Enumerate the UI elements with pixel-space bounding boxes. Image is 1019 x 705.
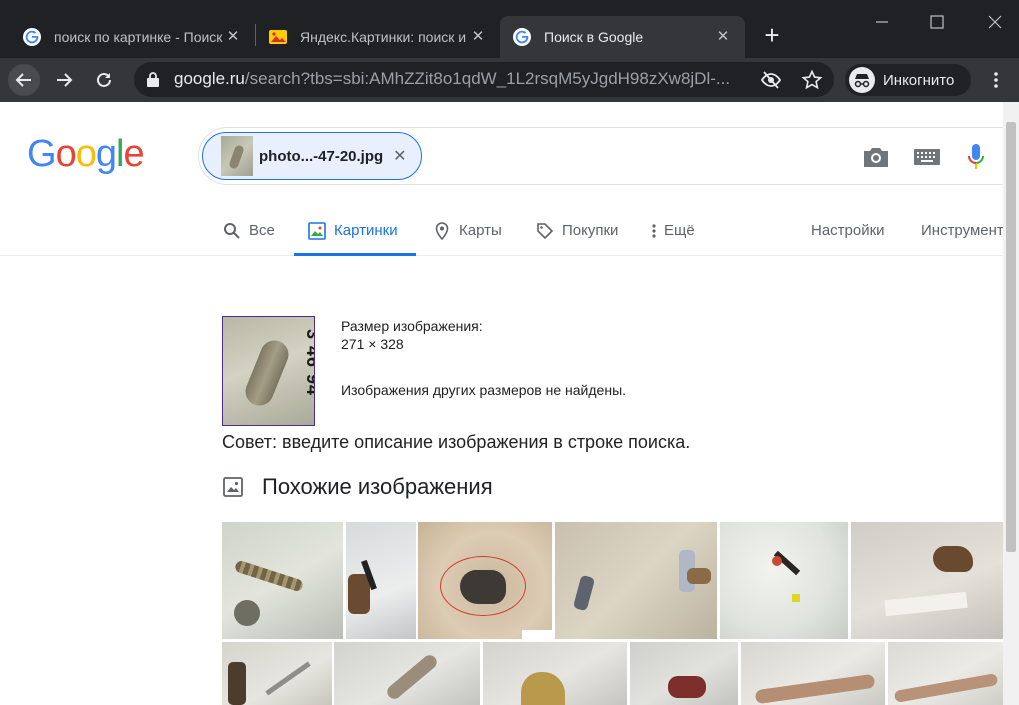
similar-image-9[interactable] [483, 642, 627, 705]
image-icon [223, 477, 243, 497]
tab-images[interactable]: Картинки [294, 214, 416, 256]
tab-title: поиск по картинке - Поиск в Google [54, 29, 224, 45]
tab-settings-label: Настройки [811, 222, 885, 239]
search-box[interactable]: photo...-47-20.jpg ✕ [198, 127, 1003, 185]
no-other-sizes-text: Изображения других размеров не найдены. [341, 382, 627, 398]
window-close-icon[interactable] [975, 6, 1015, 36]
similar-image-6[interactable] [851, 522, 1003, 639]
tab-maps-label: Карты [459, 222, 502, 239]
image-size-label: Размер изображения: [341, 318, 483, 334]
new-tab-button[interactable]: + [758, 22, 786, 50]
search-tip: Совет: введите описание изображения в ст… [222, 432, 691, 452]
search-icon [224, 223, 240, 239]
similar-image-5[interactable] [720, 522, 848, 639]
browser-menu-icon[interactable] [986, 70, 1006, 90]
tab-more[interactable]: Ещё [650, 214, 695, 256]
tracking-blocked-eye-icon[interactable] [760, 69, 782, 91]
similar-image-7[interactable] [222, 642, 332, 705]
arrow-left-icon [15, 73, 31, 87]
similar-image-10[interactable] [630, 642, 738, 705]
tab-maps[interactable]: Карты [433, 214, 502, 256]
similar-image-8[interactable] [334, 642, 480, 705]
tab-images-label: Картинки [334, 222, 398, 239]
tab-all[interactable]: Все [223, 214, 275, 256]
url-path: /search?tbs=sbi:AMhZZit8o1qdW_1L2rsqM5yJ… [244, 69, 731, 88]
tab-title: Поиск в Google [544, 29, 644, 45]
similar-image-11[interactable] [741, 642, 885, 705]
remove-image-icon[interactable]: ✕ [393, 146, 406, 166]
google-g-icon [23, 28, 41, 46]
back-button[interactable] [8, 64, 40, 96]
similar-image-4[interactable] [555, 522, 717, 639]
similar-image-12[interactable] [888, 642, 1003, 705]
google-g-icon [513, 28, 531, 46]
tab-google-results[interactable]: Поиск в Google ✕ [500, 16, 745, 58]
google-logo[interactable]: Google [27, 133, 145, 176]
chip-thumbnail [221, 136, 253, 176]
tab-shopping[interactable]: Покупки [536, 214, 618, 256]
browser-chrome: поиск по картинке - Поиск в Google ✕ Янд… [0, 0, 1019, 102]
similar-images-title: Похожие изображения [262, 474, 493, 499]
tab-close-icon[interactable]: ✕ [223, 27, 243, 47]
page-scrollbar[interactable] [1003, 102, 1019, 705]
url-domain: google.ru [174, 69, 245, 88]
tab-settings[interactable]: Настройки [811, 214, 885, 256]
browser-toolbar: google.ru/search?tbs=sbi:AMhZZit8o1qdW_1… [0, 58, 1019, 102]
search-tabs: Все Картинки Карты Покупки Ещё Настройки… [0, 206, 1003, 256]
images-icon [308, 222, 326, 240]
url-text[interactable]: google.ru/search?tbs=sbi:AMhZZit8o1qdW_1… [174, 69, 744, 89]
similar-images-heading[interactable]: Похожие изображения [222, 474, 493, 500]
camera-icon[interactable] [862, 145, 890, 169]
chip-filename: photo...-47-20.jpg [259, 147, 384, 165]
bookmark-star-icon[interactable] [801, 69, 823, 91]
microphone-icon[interactable] [966, 142, 986, 172]
tab-strip: поиск по картинке - Поиск в Google ✕ Янд… [0, 0, 1019, 58]
tab-shopping-label: Покупки [562, 222, 619, 239]
tab-title: Яндекс.Картинки: поиск изображений [300, 29, 466, 45]
tab-yandex-images[interactable]: Яндекс.Картинки: поиск изображений ✕ [256, 16, 500, 58]
lock-icon[interactable] [146, 71, 160, 88]
similar-image-2[interactable] [346, 522, 416, 639]
incognito-label: Инкогнито [883, 71, 955, 89]
search-image-chip[interactable]: photo...-47-20.jpg ✕ [202, 132, 422, 180]
similar-image-1[interactable] [222, 522, 343, 639]
maximize-icon[interactable] [917, 6, 957, 36]
keyboard-icon[interactable] [914, 148, 940, 166]
address-bar[interactable]: google.ru/search?tbs=sbi:AMhZZit8o1qdW_1… [134, 62, 834, 97]
arrow-right-icon [57, 73, 73, 87]
incognito-icon [849, 67, 875, 93]
similar-image-3[interactable] [418, 522, 552, 639]
image-size-value[interactable]: 271 × 328 [341, 336, 404, 352]
yandex-images-icon [269, 30, 287, 44]
tab-tools-label: Инструменты [921, 222, 1003, 239]
thumbnail-label-number: 3 46 94 [303, 329, 315, 397]
tab-all-label: Все [249, 222, 275, 239]
tab-close-icon[interactable]: ✕ [468, 27, 488, 47]
query-image-thumbnail[interactable]: 3 46 94 [222, 316, 315, 426]
tab-close-icon[interactable]: ✕ [713, 27, 733, 47]
tab-more-label: Ещё [664, 222, 695, 239]
incognito-badge[interactable]: Инкогнито [845, 64, 971, 96]
tab-tools[interactable]: Инструменты [921, 214, 1003, 256]
forward-button[interactable] [48, 64, 80, 96]
tab-google-search-by-image[interactable]: поиск по картинке - Поиск в Google ✕ [0, 16, 255, 58]
more-vert-icon [652, 224, 656, 238]
reload-button[interactable] [88, 64, 120, 96]
reload-icon [97, 72, 111, 87]
larva-shape [241, 336, 293, 410]
minimize-icon[interactable] [862, 6, 902, 36]
map-pin-icon [435, 222, 449, 240]
page-content: Google photo...-47-20.jpg ✕ Все Картинки… [0, 102, 1003, 705]
scrollbar-thumb[interactable] [1006, 122, 1016, 552]
tag-icon [537, 223, 554, 240]
